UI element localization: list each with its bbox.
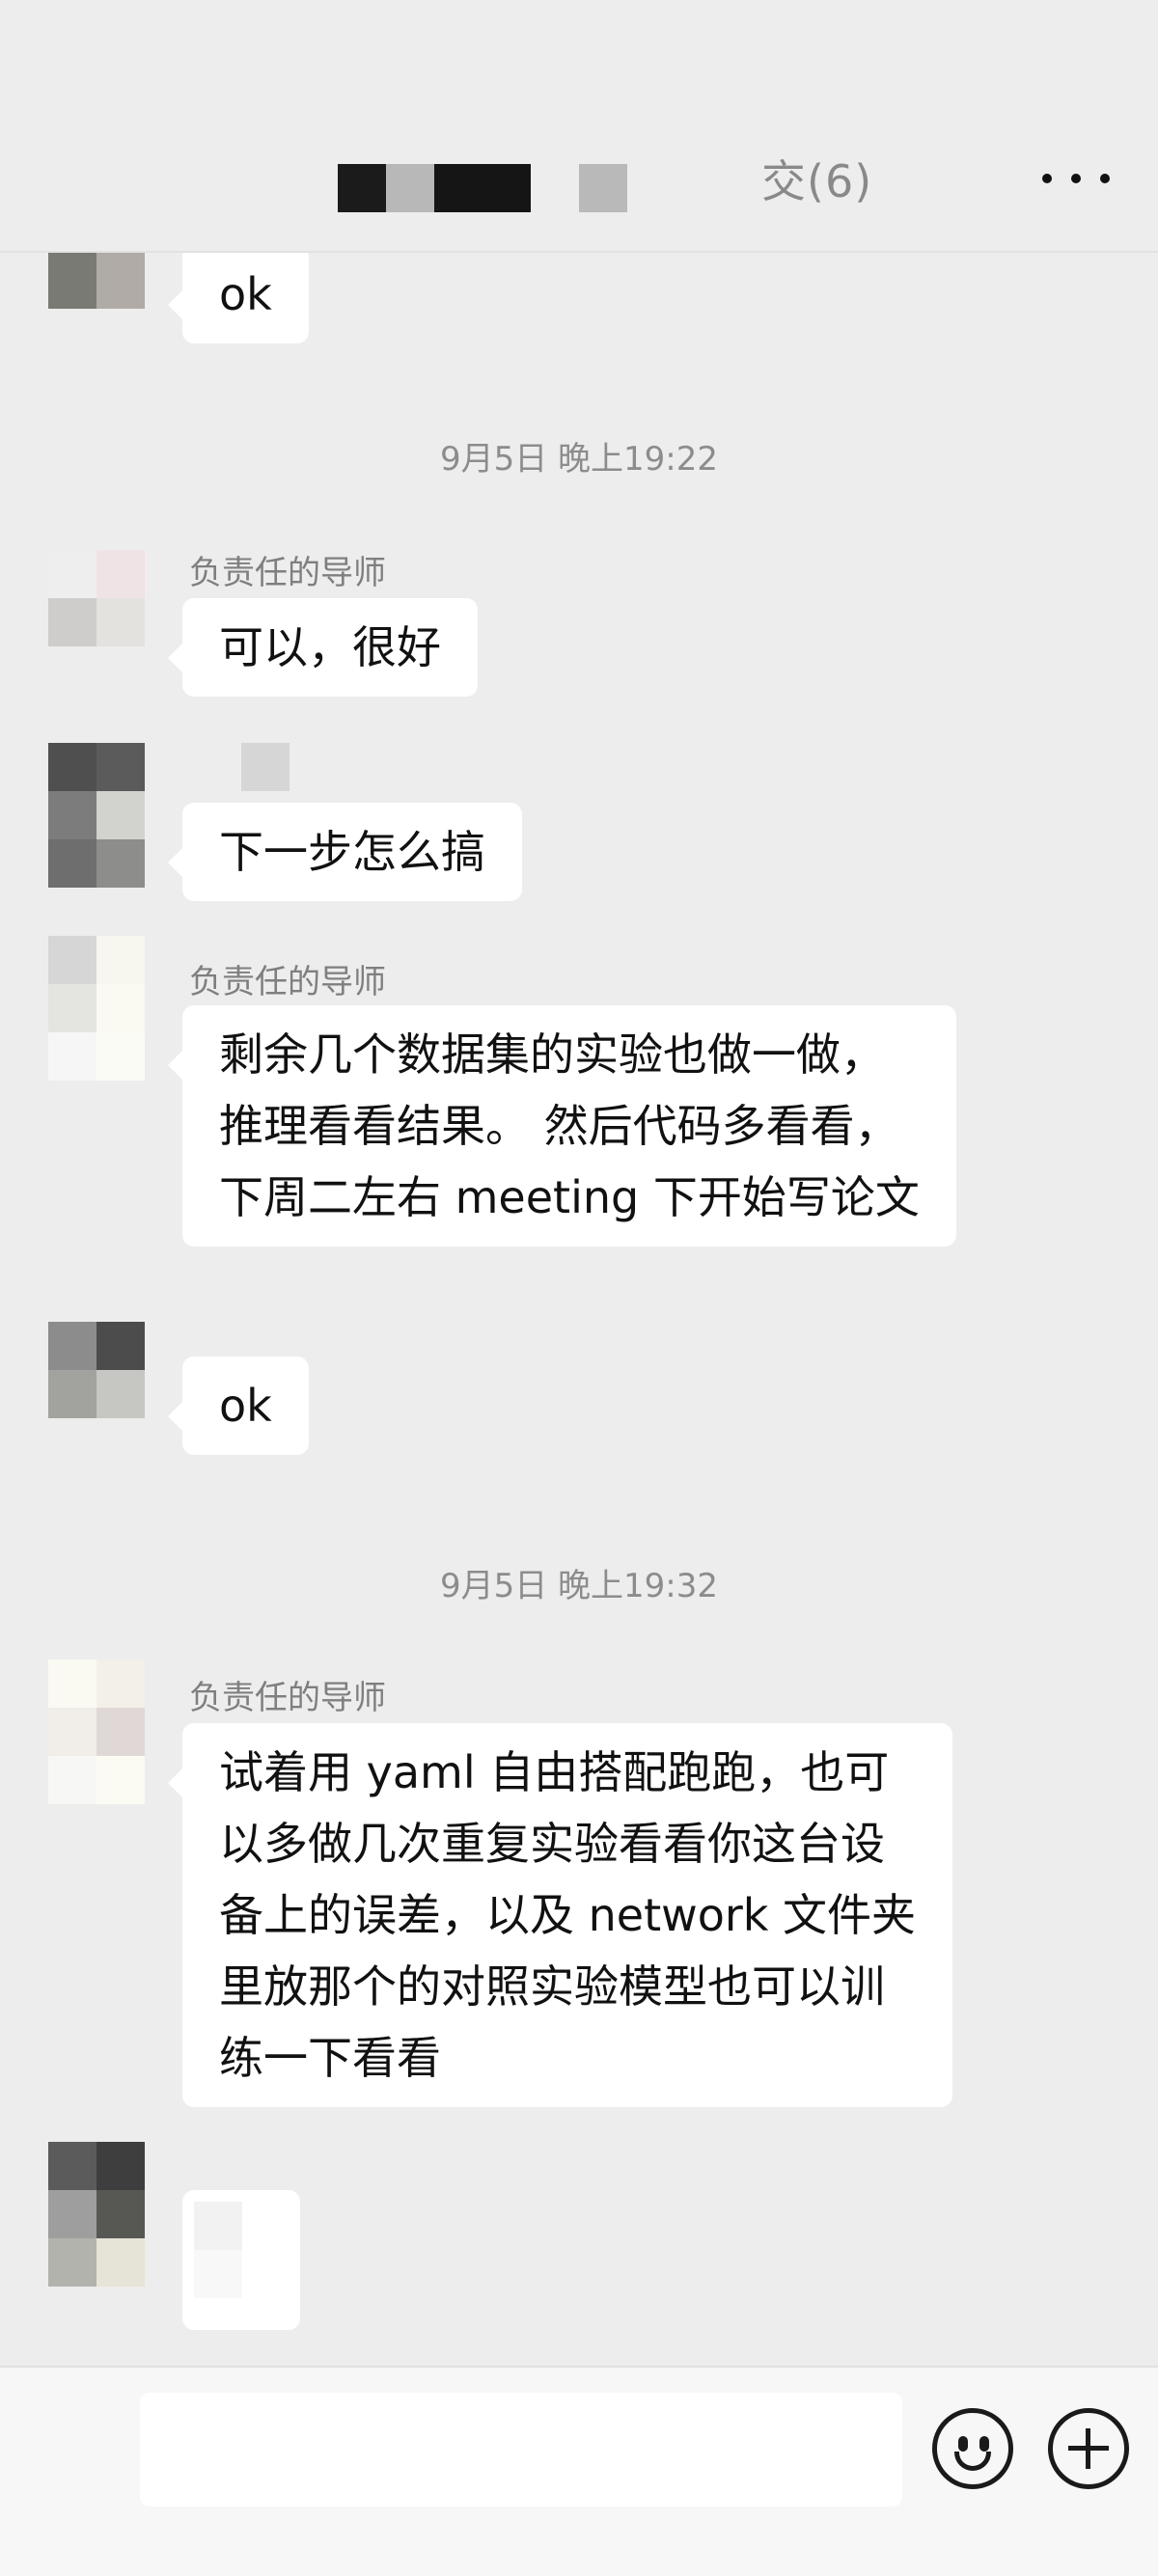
- redacted-name-block: [241, 743, 290, 791]
- message-bubble[interactable]: 可以，很好: [168, 598, 478, 697]
- message-bubble[interactable]: 试着用 yaml 自由搭配跑跑，也可 以多做几次重复实验看看你这台设 备上的误差…: [167, 1723, 953, 2107]
- plus-icon[interactable]: [1048, 2408, 1129, 2489]
- message-list[interactable]: ok 9月5日 晚上19:22 负责任的导师 可以，很好 下一步怎么搞 负责任的…: [0, 253, 1158, 2366]
- redacted-title-block: [338, 164, 386, 212]
- sender-name: 负责任的导师: [189, 554, 386, 592]
- chat-header: 交(6): [0, 0, 1158, 253]
- sender-name: 负责任的导师: [189, 1679, 386, 1717]
- avatar[interactable]: [48, 253, 145, 309]
- avatar[interactable]: [48, 1659, 145, 1804]
- sender-name: 负责任的导师: [189, 963, 386, 1001]
- avatar[interactable]: [48, 550, 145, 646]
- timestamp: 9月5日 晚上19:32: [439, 1567, 719, 1605]
- message-bubble[interactable]: 剩余几个数据集的实验也做一做， 推理看看结果。 然后代码多看看， 下周二左右 m…: [168, 1005, 956, 1247]
- redacted-title-block: [434, 164, 531, 212]
- message-bubble[interactable]: 下一步怎么搞: [168, 803, 522, 901]
- message-bubble[interactable]: ok: [168, 253, 309, 343]
- redacted-title-block: [386, 164, 434, 212]
- avatar[interactable]: [48, 743, 145, 888]
- avatar[interactable]: [48, 936, 145, 1081]
- avatar[interactable]: [48, 1322, 145, 1418]
- chat-title: 交(6): [761, 155, 873, 207]
- avatar[interactable]: [48, 2142, 145, 2287]
- more-icon[interactable]: [1042, 154, 1110, 203]
- message-bubble[interactable]: ok: [168, 1357, 309, 1455]
- emoji-icon[interactable]: [932, 2408, 1013, 2489]
- input-bar: [0, 2366, 1158, 2576]
- timestamp: 9月5日 晚上19:22: [439, 440, 719, 479]
- redacted-message-bubble[interactable]: [182, 2190, 300, 2330]
- message-input[interactable]: [140, 2393, 902, 2507]
- redacted-title-block: [579, 164, 627, 212]
